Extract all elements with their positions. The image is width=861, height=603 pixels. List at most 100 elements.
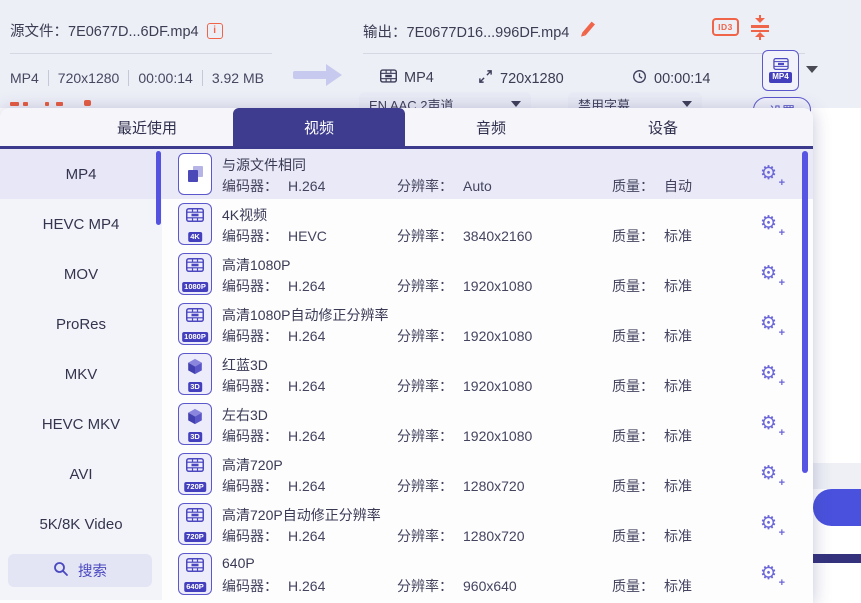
output-file-line: 输出：7E0677D16...996DF.mp4 [363, 20, 597, 42]
bottom-bar-partial [813, 554, 861, 563]
search-label: 搜索 [78, 560, 107, 581]
preset-badge: 1080P [182, 332, 208, 342]
search-button[interactable]: 搜索 [8, 554, 152, 587]
preset-quality: 质量：标准 [612, 326, 692, 346]
preset-list: 与源文件相同编码器：H.264分辨率：Auto质量：自动⚙+4K4K视频编码器：… [162, 149, 813, 600]
preset-resolution: 分辨率：960x640 [397, 576, 517, 596]
gear-plus-icon[interactable]: ⚙+ [760, 364, 782, 386]
output-duration-info: 00:00:14 [632, 69, 710, 88]
sidebar-item-hevc-mp4[interactable]: HEVC MP4 [0, 199, 162, 249]
tab-recent[interactable]: 最近使用 [61, 108, 233, 146]
output-resolution-info: 720x1280 [478, 69, 564, 88]
list-scrollbar[interactable] [802, 151, 808, 473]
cube-icon: 3D [178, 403, 212, 445]
format-dropdown-caret[interactable] [806, 66, 818, 73]
gear-plus-icon[interactable]: ⚙+ [760, 214, 782, 236]
preset-badge: 3D [188, 432, 202, 442]
info-icon[interactable]: i [207, 23, 223, 39]
cube-icon: 3D [178, 353, 212, 395]
preset-badge: 640P [184, 582, 206, 592]
sidebar-item-prores[interactable]: ProRes [0, 299, 162, 349]
sidebar-scrollbar[interactable] [156, 151, 161, 225]
chevron-down-icon [511, 101, 521, 107]
film-icon: 720P [178, 503, 212, 545]
preset-encoder: 编码器：H.264 [222, 276, 325, 296]
preset-row[interactable]: 1080P高清1080P编码器：H.264分辨率：1920x1080质量：标准⚙… [162, 249, 813, 299]
format-button-badge: MP4 [769, 72, 791, 83]
film-icon: 640P [178, 553, 212, 595]
preset-resolution: 分辨率：1920x1080 [397, 276, 532, 296]
preset-title: 与源文件相同 [222, 155, 306, 175]
film-icon: 4K [178, 203, 212, 245]
search-icon [53, 561, 69, 581]
tab-video[interactable]: 视频 [233, 108, 405, 146]
gear-plus-icon[interactable]: ⚙+ [760, 314, 782, 336]
id3-tag-icon[interactable]: ID3 [712, 18, 739, 36]
sidebar-item-mp4[interactable]: MP4 [0, 149, 162, 199]
preset-title: 高清1080P自动修正分辨率 [222, 305, 388, 325]
preset-title: 高清720P自动修正分辨率 [222, 505, 381, 525]
sidebar-item-mkv[interactable]: MKV [0, 349, 162, 399]
preset-encoder: 编码器：H.264 [222, 526, 325, 546]
preset-row[interactable]: 1080P高清1080P自动修正分辨率编码器：H.264分辨率：1920x108… [162, 299, 813, 349]
preset-row[interactable]: 640P640P编码器：H.264分辨率：960x640质量：标准⚙+ [162, 549, 813, 599]
preset-resolution: 分辨率：1920x1080 [397, 376, 532, 396]
sidebar-item-5k-8k-video[interactable]: 5K/8K Video [0, 499, 162, 549]
film-icon [380, 69, 397, 87]
panel-content: MP4HEVC MP4MOVProResMKVHEVC MKVAVI5K/8K … [0, 149, 813, 600]
clipped-orange-text [84, 100, 91, 106]
sidebar-item-hevc-mkv[interactable]: HEVC MKV [0, 399, 162, 449]
output-resolution-value: 720x1280 [500, 71, 564, 87]
gear-plus-icon[interactable]: ⚙+ [760, 264, 782, 286]
background-toolbar-strip [813, 463, 861, 489]
output-filename: 7E0677D16...996DF.mp4 [407, 25, 570, 41]
preset-badge: 720P [184, 482, 206, 492]
preset-quality: 质量：标准 [612, 576, 692, 596]
preset-resolution: 分辨率：1920x1080 [397, 426, 532, 446]
tab-audio[interactable]: 音频 [405, 108, 577, 146]
film-icon: 1080P [178, 253, 212, 295]
preset-resolution: 分辨率：1280x720 [397, 476, 525, 496]
preset-quality: 质量：标准 [612, 526, 692, 546]
preset-encoder: 编码器：H.264 [222, 326, 325, 346]
convert-button-partial[interactable] [813, 489, 861, 526]
preset-title: 左右3D [222, 405, 268, 425]
output-format-button[interactable]: MP4 [762, 50, 799, 91]
gear-plus-icon[interactable]: ⚙+ [760, 164, 782, 186]
source-meta: MP4 720x1280 00:00:14 3.92 MB [10, 70, 273, 86]
source-size: 3.92 MB [202, 70, 273, 86]
preset-row[interactable]: 与源文件相同编码器：H.264分辨率：Auto质量：自动⚙+ [162, 149, 813, 199]
preset-badge: 720P [184, 532, 206, 542]
preset-row[interactable]: 3D左右3D编码器：H.264分辨率：1920x1080质量：标准⚙+ [162, 399, 813, 449]
chevron-down-icon [682, 101, 692, 107]
gear-plus-icon[interactable]: ⚙+ [760, 464, 782, 486]
preset-encoder: 编码器：HEVC [222, 226, 327, 246]
gear-plus-icon[interactable]: ⚙+ [760, 514, 782, 536]
preset-title: 4K视频 [222, 205, 267, 225]
gear-plus-icon[interactable]: ⚙+ [760, 414, 782, 436]
sidebar-item-mov[interactable]: MOV [0, 249, 162, 299]
film-icon: 1080P [178, 303, 212, 345]
top-bar: 源文件：7E0677D...6DF.mp4 i MP4 720x1280 00:… [0, 0, 861, 108]
preset-encoder: 编码器：H.264 [222, 176, 325, 196]
preset-row[interactable]: 720P高清720P编码器：H.264分辨率：1280x720质量：标准⚙+ [162, 449, 813, 499]
output-file-label: 输出：7E0677D16...996DF.mp4 [363, 21, 569, 42]
tab-device[interactable]: 设备 [577, 108, 749, 146]
preset-row[interactable]: 4K4K视频编码器：HEVC分辨率：3840x2160质量：标准⚙+ [162, 199, 813, 249]
preset-title: 红蓝3D [222, 355, 268, 375]
preset-row[interactable]: 720P 高清720P自动修正分辨率编码器：H.264 分辨率：1280x720 质量… [162, 499, 813, 549]
preset-encoder: 编码器：H.264 [222, 426, 325, 446]
preset-badge: 4K [188, 232, 202, 242]
preset-encoder: 编码器：H.264 [222, 376, 325, 396]
split-icon[interactable] [750, 15, 770, 40]
preset-resolution: 分辨率：3840x2160 [397, 226, 532, 246]
preset-resolution: 分辨率：1280x720 [397, 526, 525, 546]
sidebar-item-avi[interactable]: AVI [0, 449, 162, 499]
clock-icon [632, 69, 647, 88]
tab-bar: 最近使用 视频 音频 设备 [0, 108, 813, 149]
gear-plus-icon[interactable]: ⚙+ [760, 564, 782, 586]
clipped-orange-text [23, 102, 28, 106]
preset-row[interactable]: 3D红蓝3D编码器：H.264分辨率：1920x1080质量：标准⚙+ [162, 349, 813, 399]
preset-resolution: 分辨率：Auto [397, 176, 492, 196]
edit-icon[interactable] [579, 20, 597, 42]
